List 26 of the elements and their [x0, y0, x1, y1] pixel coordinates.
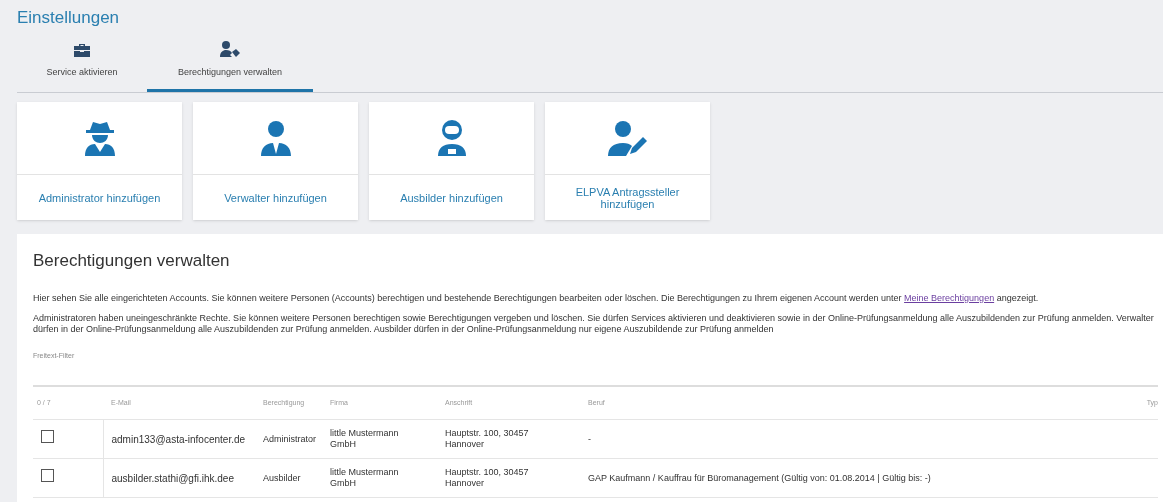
add-user-card[interactable]: Verwalter hinzufügen [193, 102, 358, 220]
link[interactable]: Meine Berechtigungen [904, 292, 995, 303]
table-cell: - [588, 433, 591, 445]
table-cell-text: Hauptstr. 100, 30457 Hannover [445, 467, 530, 489]
table-cell: ausbilder.stathi@gfi.ihk.dee [111, 472, 234, 484]
section-title: Berechtigungen verwalten [33, 250, 230, 272]
tab[interactable]: Service aktivieren [17, 32, 147, 92]
add-user-card[interactable]: ELPVA Antragssteller hinzufügen [545, 102, 710, 220]
table-cell: Administrator [263, 433, 316, 445]
table-cell-text: little Mustermann GmbH [330, 428, 400, 450]
intro-text: Hier sehen Sie alle eingerichteten Accounts. Sie können weitere Personen (Accounts) berechtigen und bestehende Berechtigungen bearbeiten oder löschen. Die Berechtigungen zu Ihrem eigenen Account werden unter Meine Berechtigungen angezeigt. [33, 291, 1040, 305]
checkbox[interactable] [41, 430, 54, 444]
add-user-card[interactable]: Ausbilder hinzufügen [369, 102, 534, 220]
rights-text: Administratoren haben uneingeschränkte Rechte. Sie können weitere Personen berechtigen sowie Berechtigungen vergeben und löschen. Sie dürfen Services aktivieren und deaktivieren sowie in der Online-Prüfungsanmeldung alle Auszubildenden zur Prüfung anmelden. Verwalter dürfen in der Online-Prüfungsanmeldung alle Auszubildenden zur Prüfung anmelden. Ausbilder dürfen in der Online-Prüfungsanmeldung nur eigene Auszubildende zur Prüfung anmelden [33, 313, 1155, 335]
person-edit-icon [607, 120, 648, 156]
add-user-card[interactable]: Administrator hinzufügen [17, 102, 182, 220]
table-cell-text: Hauptstr. 100, 30457 Hannover [445, 428, 530, 450]
tab[interactable]: Berechtigungen verwalten [147, 32, 313, 92]
user-tag-icon [220, 40, 240, 57]
toolbox-icon [74, 42, 90, 57]
table-cell-text: little Mustermann GmbH [330, 467, 400, 489]
page-title: Einstellungen [17, 8, 120, 28]
table-cell: Ausbilder [263, 472, 301, 484]
table-cell: GAP Kaufmann / Kauffrau für Büromanagement (Gültig von: 01.08.2014 | Gültig bis: -) [588, 472, 931, 484]
checkbox[interactable] [41, 469, 54, 483]
table-cell: admin133@asta-infocenter.de [111, 433, 246, 445]
